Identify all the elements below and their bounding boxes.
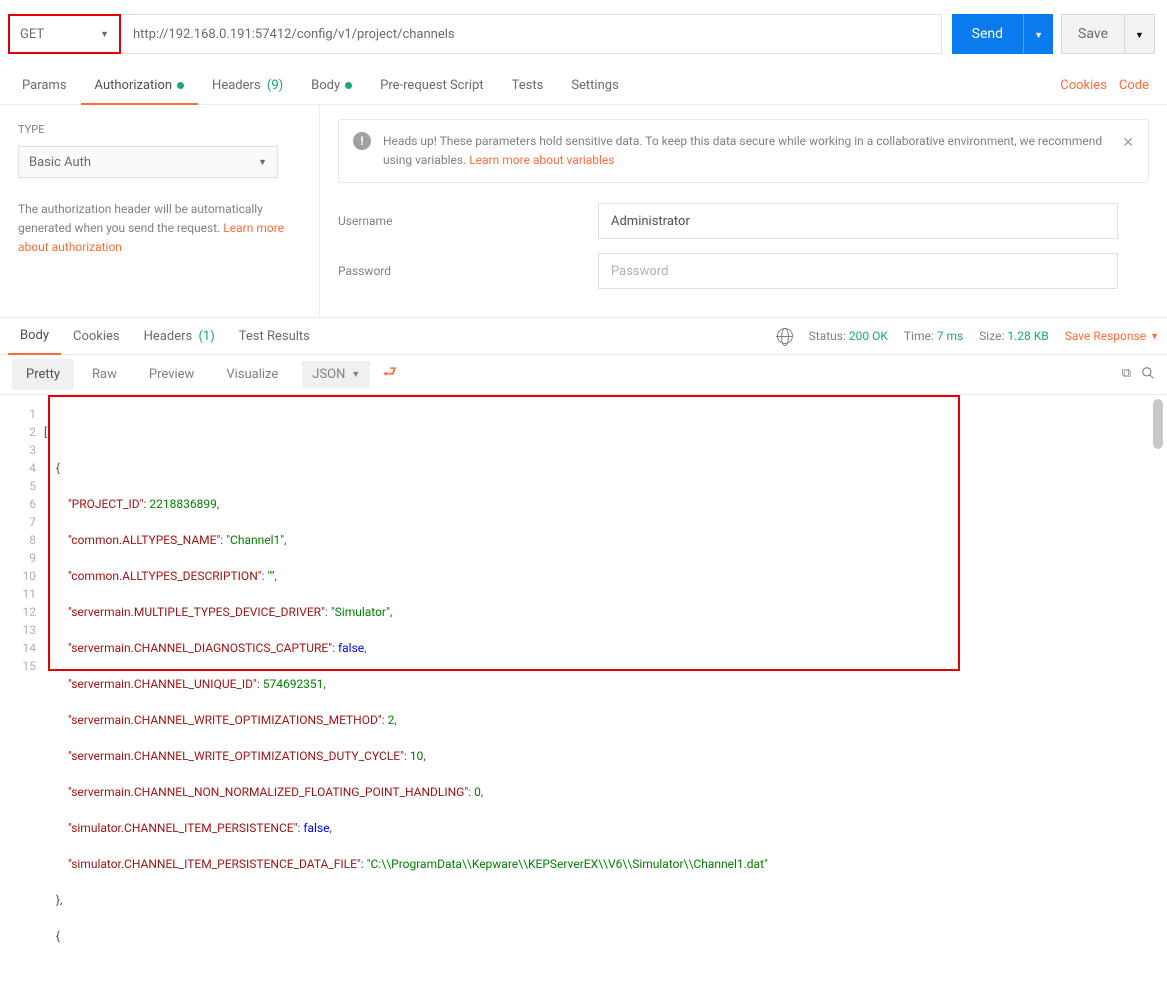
globe-icon[interactable] [777, 328, 793, 344]
auth-description: The authorization header will be automat… [18, 200, 301, 258]
send-dropdown[interactable]: ▼ [1023, 14, 1053, 54]
username-label: Username [338, 214, 598, 228]
resp-tab-headers[interactable]: Headers (1) [132, 319, 227, 354]
copy-icon[interactable]: ⧉ [1122, 366, 1131, 384]
tab-body[interactable]: Body [297, 68, 366, 104]
time-meta: Time: 7 ms [904, 329, 963, 343]
view-raw[interactable]: Raw [78, 359, 131, 390]
url-input[interactable] [121, 14, 942, 54]
chevron-down-icon: ▼ [1150, 331, 1159, 342]
variables-link[interactable]: Learn more about variables [469, 153, 614, 167]
status-dot-icon [177, 82, 184, 89]
auth-type-select[interactable]: Basic Auth ▼ [18, 146, 278, 178]
view-visualize[interactable]: Visualize [212, 359, 292, 390]
resp-tab-testresults[interactable]: Test Results [227, 319, 322, 354]
size-meta: Size: 1.28 KB [979, 329, 1049, 343]
resp-tab-cookies[interactable]: Cookies [61, 319, 132, 354]
save-dropdown[interactable]: ▼ [1125, 14, 1155, 54]
tab-authorization[interactable]: Authorization [81, 68, 199, 105]
code-content[interactable]: [ { "PROJECT_ID": 2218836899, "common.AL… [44, 395, 1167, 991]
format-dropdown[interactable]: JSON ▼ [302, 361, 370, 388]
tab-settings[interactable]: Settings [557, 68, 632, 104]
code-link[interactable]: Code [1119, 78, 1149, 94]
password-label: Password [338, 264, 598, 278]
tab-headers[interactable]: Headers (9) [198, 68, 297, 104]
chevron-down-icon: ▼ [1135, 31, 1144, 41]
tab-tests[interactable]: Tests [498, 68, 558, 104]
status-dot-icon [345, 82, 352, 89]
search-icon[interactable] [1141, 366, 1155, 384]
info-banner: ! Heads up! These parameters hold sensit… [338, 119, 1149, 183]
view-preview[interactable]: Preview [135, 359, 208, 390]
method-dropdown[interactable]: GET ▼ [8, 14, 121, 54]
tab-prerequest[interactable]: Pre-request Script [366, 68, 497, 104]
chevron-down-icon: ▼ [1034, 31, 1043, 41]
username-input[interactable] [598, 203, 1118, 239]
resp-tab-body[interactable]: Body [8, 318, 61, 355]
view-pretty[interactable]: Pretty [12, 359, 74, 390]
response-body: 123456789101112131415 [ { "PROJECT_ID": … [0, 395, 1167, 991]
send-button[interactable]: Send [952, 14, 1023, 54]
wrap-icon[interactable]: ⮐ [382, 361, 396, 388]
password-input[interactable] [598, 253, 1118, 289]
method-value: GET [20, 27, 44, 42]
chevron-down-icon: ▼ [100, 29, 109, 40]
line-gutter: 123456789101112131415 [0, 395, 44, 991]
scrollbar[interactable] [1153, 399, 1163, 449]
status-meta: Status: 200 OK [809, 329, 888, 343]
chevron-down-icon: ▼ [351, 369, 360, 380]
cookies-link[interactable]: Cookies [1060, 78, 1107, 94]
auth-type-label: TYPE [18, 123, 301, 136]
save-button[interactable]: Save [1061, 14, 1125, 54]
save-response-button[interactable]: Save Response ▼ [1065, 329, 1159, 343]
chevron-down-icon: ▼ [258, 157, 267, 168]
tab-params[interactable]: Params [8, 68, 81, 104]
info-icon: ! [353, 132, 371, 150]
close-icon[interactable]: ✕ [1122, 132, 1134, 154]
